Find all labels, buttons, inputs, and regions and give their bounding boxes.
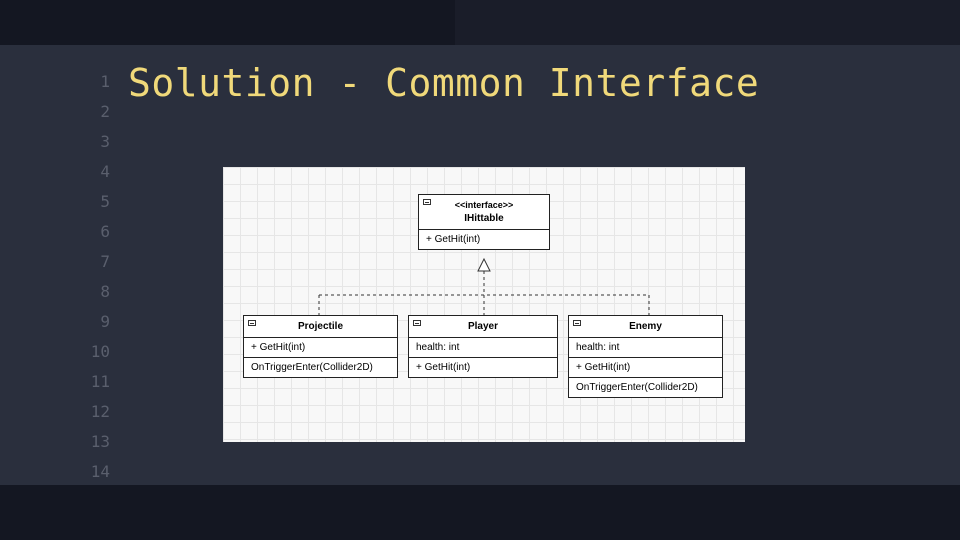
uml-name: Player bbox=[468, 321, 498, 332]
uml-method: OnTriggerEnter(Collider2D) bbox=[569, 378, 722, 397]
uml-field: health: int bbox=[409, 338, 557, 358]
uml-interface-ihittable: <<interface>> IHittable + GetHit(int) bbox=[418, 194, 550, 250]
line-number: 10 bbox=[82, 337, 110, 367]
line-number: 3 bbox=[82, 127, 110, 157]
uml-method: + GetHit(int) bbox=[409, 358, 557, 377]
line-number: 6 bbox=[82, 217, 110, 247]
uml-field: health: int bbox=[569, 338, 722, 358]
line-number: 12 bbox=[82, 397, 110, 427]
line-number: 1 bbox=[82, 67, 110, 97]
line-number: 11 bbox=[82, 367, 110, 397]
slide-content: 1 2 3 4 5 6 7 8 9 10 11 12 13 14 Solutio… bbox=[0, 45, 960, 485]
uml-method: + GetHit(int) bbox=[569, 358, 722, 378]
line-number: 13 bbox=[82, 427, 110, 457]
class-icon bbox=[248, 320, 256, 326]
uml-name: Enemy bbox=[629, 321, 662, 332]
uml-header: Enemy bbox=[569, 316, 722, 338]
uml-stereotype: <<interface>> bbox=[426, 199, 542, 212]
uml-method: + GetHit(int) bbox=[419, 230, 549, 249]
line-number: 14 bbox=[82, 457, 110, 487]
slide-title: Solution - Common Interface bbox=[128, 61, 759, 105]
uml-class-enemy: Enemy health: int + GetHit(int) OnTrigge… bbox=[568, 315, 723, 398]
line-number: 9 bbox=[82, 307, 110, 337]
line-number: 4 bbox=[82, 157, 110, 187]
uml-name: IHittable bbox=[426, 212, 542, 225]
uml-header: Projectile bbox=[244, 316, 397, 338]
class-icon bbox=[413, 320, 421, 326]
line-number: 5 bbox=[82, 187, 110, 217]
bottom-bar bbox=[0, 485, 960, 540]
uml-header: <<interface>> IHittable bbox=[419, 195, 549, 230]
line-number: 8 bbox=[82, 277, 110, 307]
uml-header: Player bbox=[409, 316, 557, 338]
line-number: 2 bbox=[82, 97, 110, 127]
uml-class-player: Player health: int + GetHit(int) bbox=[408, 315, 558, 378]
uml-name: Projectile bbox=[298, 321, 343, 332]
uml-method: OnTriggerEnter(Collider2D) bbox=[244, 358, 397, 377]
uml-method: + GetHit(int) bbox=[244, 338, 397, 358]
class-icon bbox=[573, 320, 581, 326]
line-number-gutter: 1 2 3 4 5 6 7 8 9 10 11 12 13 14 bbox=[82, 67, 110, 487]
class-icon bbox=[423, 199, 431, 205]
line-number: 7 bbox=[82, 247, 110, 277]
top-bar bbox=[0, 0, 455, 45]
uml-diagram: <<interface>> IHittable + GetHit(int) Pr… bbox=[223, 167, 745, 442]
uml-class-projectile: Projectile + GetHit(int) OnTriggerEnter(… bbox=[243, 315, 398, 378]
